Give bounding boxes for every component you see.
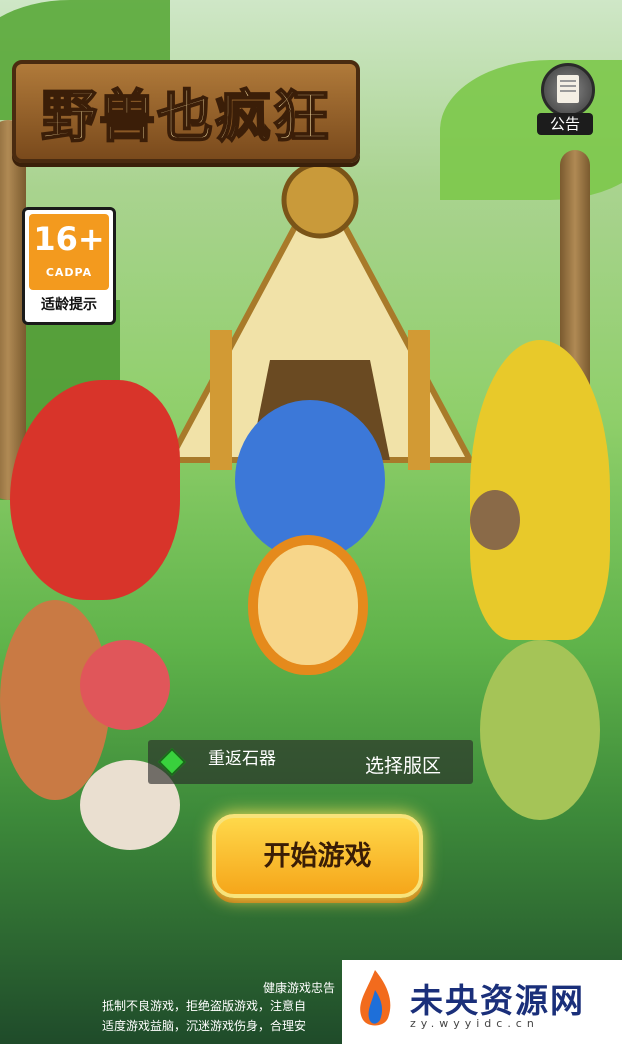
server-selector[interactable]: 重返石器 选择服区 <box>148 740 473 784</box>
hero-warrior-character <box>235 400 385 560</box>
pink-monster-creature <box>80 640 170 730</box>
notice-label: 公告 <box>537 113 593 135</box>
age-rating-icon: 16+ CADPA <box>29 214 109 290</box>
age-rating-number: 16+ <box>33 220 105 258</box>
health-notice-title: 健康游戏忠告 <box>263 981 336 995</box>
spotted-egg <box>258 545 358 665</box>
health-notice-line: 抵制不良游戏，拒绝盗版游戏，注意自 <box>102 999 307 1013</box>
server-name: 重返石器 <box>208 749 276 769</box>
watermark-text: 未央资源网 <box>410 981 585 1020</box>
age-rating-tip: 适龄提示 <box>41 297 97 313</box>
watermark-url: zy.wyyidc.cn <box>410 1017 539 1030</box>
health-notice-line: 适度游戏益脑，沉迷游戏伤身，合理安 <box>102 1019 307 1033</box>
green-gem-icon <box>157 747 187 777</box>
game-title-logo: 野兽也疯狂 <box>12 60 360 163</box>
age-rating-badge[interactable]: 16+ CADPA 适龄提示 <box>22 207 116 325</box>
start-game-label: 开始游戏 <box>263 841 372 872</box>
notice-button[interactable]: 公告 <box>535 63 595 138</box>
age-rating-org: CADPA <box>45 266 93 279</box>
green-haired-caveman <box>470 490 520 550</box>
tribal-girl-character <box>480 640 600 820</box>
start-game-button[interactable]: 开始游戏 <box>212 814 423 898</box>
notice-scroll-icon <box>541 63 595 117</box>
site-watermark: 未央资源网 zy.wyyidc.cn <box>342 960 622 1044</box>
select-server-button[interactable]: 选择服区 <box>365 751 441 778</box>
flame-logo-icon <box>360 970 391 1026</box>
game-title: 野兽也疯狂 <box>40 84 331 151</box>
